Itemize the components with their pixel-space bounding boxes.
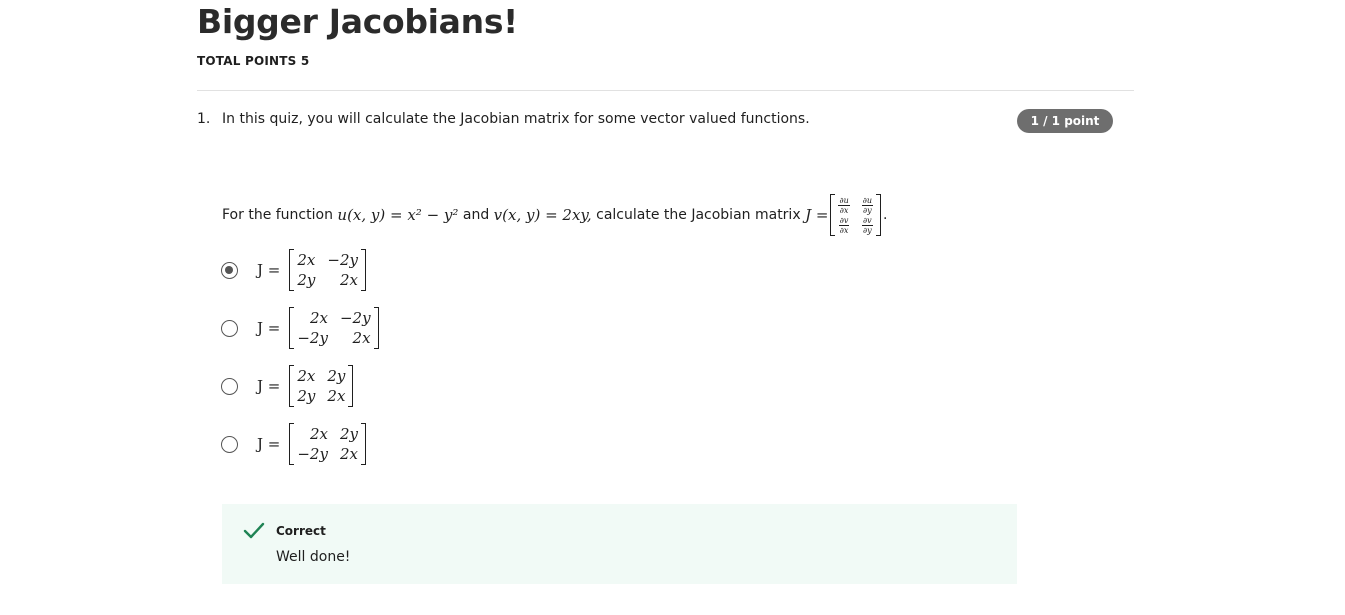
matrix-entry: 2y (339, 425, 358, 443)
u-definition: u(x, y) = x² − y² (337, 206, 459, 224)
jacobian-lhs: J = (805, 206, 829, 224)
matrix-entry: 2x (297, 251, 316, 269)
question-intro: In this quiz, you will calculate the Jac… (222, 111, 810, 127)
feedback-message: Well done! (276, 549, 351, 565)
answer-option-2[interactable]: J = 2x −2y −2y 2x (221, 306, 381, 350)
answer-option-3[interactable]: J = 2x 2y 2y 2x (221, 364, 355, 408)
option-matrix-expression: J = 2x 2y −2y 2x (252, 423, 368, 465)
feedback-panel: Correct Well done! (222, 504, 1017, 584)
radio-button[interactable] (221, 319, 238, 337)
jacobian-entry: ∂u ∂x (838, 196, 850, 215)
option-matrix-expression: J = 2x −2y 2y 2x (252, 249, 368, 291)
divider (197, 90, 1134, 91)
option-matrix-expression: J = 2x −2y −2y 2x (252, 307, 381, 349)
radio-button[interactable] (221, 261, 238, 279)
answer-option-1[interactable]: J = 2x −2y 2y 2x (221, 248, 368, 292)
jacobian-entry: ∂u ∂y (861, 196, 874, 215)
matrix-entry: 2y (297, 271, 316, 289)
question-number: 1. (197, 111, 211, 127)
question-prompt: For the function u(x, y) = x² − y² and v… (222, 189, 887, 241)
option-matrix: 2x −2y 2y 2x (289, 249, 366, 291)
matrix-entry: −2y (327, 251, 358, 269)
prompt-prefix: For the function (222, 207, 333, 223)
matrix-entry: 2x (309, 425, 328, 443)
prompt-and: and (462, 207, 490, 223)
radio-button[interactable] (221, 377, 238, 395)
matrix-entry: −2y (339, 309, 371, 327)
answer-option-4[interactable]: J = 2x 2y −2y 2x (221, 422, 368, 466)
option-matrix: 2x −2y −2y 2x (289, 307, 379, 349)
matrix-entry: −2y (297, 445, 328, 463)
matrix-entry: 2x (297, 367, 316, 385)
option-lhs: J = (257, 377, 281, 395)
jacobian-entry: ∂v ∂x (838, 216, 850, 235)
page-title: Bigger Jacobians! (197, 2, 518, 41)
radio-button[interactable] (221, 435, 238, 453)
matrix-entry: −2y (297, 329, 328, 347)
matrix-entry: 2x (339, 271, 358, 289)
matrix-entry: 2y (327, 367, 346, 385)
v-definition: v(x, y) = 2xy, (493, 206, 592, 224)
matrix-entry: 2x (339, 445, 358, 463)
jacobian-entry: ∂v ∂y (862, 216, 873, 235)
option-matrix: 2x 2y −2y 2x (289, 423, 366, 465)
checkmark-icon (243, 522, 265, 539)
option-matrix-expression: J = 2x 2y 2y 2x (252, 365, 355, 407)
matrix-entry: 2x (352, 329, 371, 347)
feedback-status: Correct (276, 524, 326, 538)
matrix-entry: 2y (297, 387, 316, 405)
matrix-entry: 2x (309, 309, 328, 327)
option-lhs: J = (257, 261, 281, 279)
option-lhs: J = (257, 319, 281, 337)
jacobian-definition-matrix: ∂u ∂x ∂u ∂y ∂v ∂x ∂v ∂y (830, 194, 882, 236)
matrix-entry: 2x (327, 387, 346, 405)
points-badge: 1 / 1 point (1017, 109, 1113, 133)
option-lhs: J = (257, 435, 281, 453)
option-matrix: 2x 2y 2y 2x (289, 365, 354, 407)
total-points: TOTAL POINTS 5 (197, 54, 310, 68)
prompt-end: . (883, 207, 888, 223)
prompt-middle: calculate the Jacobian matrix (596, 207, 801, 223)
